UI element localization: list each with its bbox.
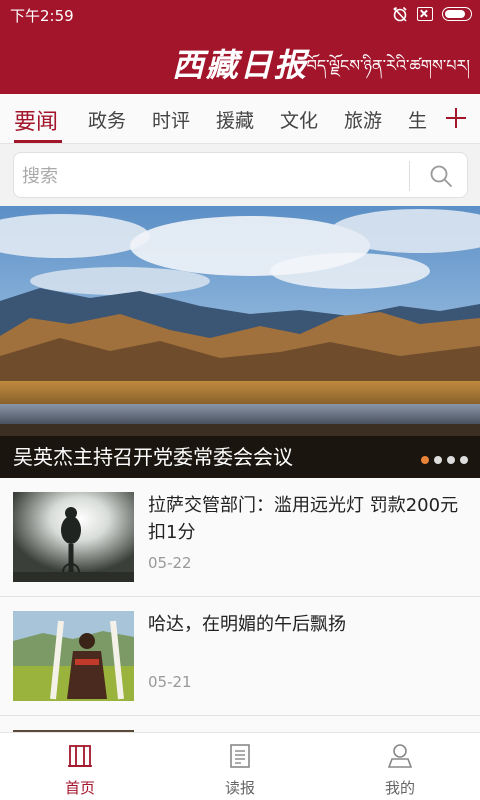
search-icon [430,165,452,187]
active-tab-underline [14,140,62,143]
battery-icon [442,7,472,21]
status-bar: 下午2:59 [0,0,480,28]
home-book-icon [68,745,92,767]
battery-fill [445,10,465,18]
channel-bar: 要闻 政务 时评 援藏 文化 旅游 生 [0,94,480,144]
status-icons [392,6,472,22]
app-header: 下午2:59 西藏日报 བོད་ལྗོངས་ཉིན་རེའི་ཚགས་པར། [0,0,480,94]
title-bar: 西藏日报 བོད་ལྗོངས་ཉིན་རེའི་ཚགས་པར། [0,28,480,94]
news-date: 05-22 [148,554,192,572]
search-area [0,144,480,206]
news-thumbnail [13,611,134,701]
nav-home[interactable]: 首页 [0,733,160,800]
carousel-dot [421,456,429,464]
alarm-off-icon [392,6,408,22]
search-button[interactable] [414,157,466,195]
carousel-dot [460,456,468,464]
no-sim-icon [417,7,433,21]
carousel-dot [434,456,442,464]
search-input[interactable] [22,161,402,191]
tab-yuanzang[interactable]: 援藏 [216,106,254,133]
tab-wenhua[interactable]: 文化 [280,106,318,133]
user-icon [387,744,413,768]
tab-zhengwu[interactable]: 政务 [88,106,126,133]
nav-mine[interactable]: 我的 [320,733,480,800]
news-date: 05-21 [148,673,192,691]
carousel-dots [421,456,468,464]
channel-tabs: 要闻 政务 时评 援藏 文化 旅游 生 [0,94,432,144]
news-item[interactable]: 拉萨交管部门：滥用远光灯 罚款200元扣1分 05-22 [0,478,480,597]
news-thumbnail [13,492,134,582]
tab-sheng[interactable]: 生 [408,106,427,133]
tab-lvyou[interactable]: 旅游 [344,106,382,133]
tibetan-title: བོད་ལྗོངས་ཉིན་རེའི་ཚགས་པར། [306,56,470,75]
hero-title: 吴英杰主持召开党委常委会会议 [13,445,293,469]
news-list: 拉萨交管部门：滥用远光灯 罚款200元扣1分 05-22 哈达，在明媚的午后飘扬… [0,478,480,732]
newspaper-icon [230,744,250,768]
status-time: 下午2:59 [10,7,74,25]
tab-shiping[interactable]: 时评 [152,106,190,133]
nav-mine-label: 我的 [384,779,415,797]
search-box [13,152,468,198]
news-title: 哈达，在明媚的午后飘扬 [148,614,346,635]
add-channel-button[interactable] [438,98,474,138]
nav-read-paper[interactable]: 读报 [160,733,320,800]
news-title: 拉萨交管部门：滥用远光灯 罚款200元扣1分 [148,495,459,543]
nav-read-paper-label: 读报 [224,779,255,797]
nav-home-label: 首页 [64,779,95,797]
news-item[interactable] [0,716,480,732]
carousel-dot [447,456,455,464]
search-divider [409,161,410,191]
bottom-nav: 首页 读报 我的 [0,732,480,800]
hero-carousel[interactable]: 吴英杰主持召开党委常委会会议 [0,206,480,478]
tab-yaowen[interactable]: 要闻 [14,104,58,136]
news-item[interactable]: 哈达，在明媚的午后飘扬 05-21 [0,597,480,716]
